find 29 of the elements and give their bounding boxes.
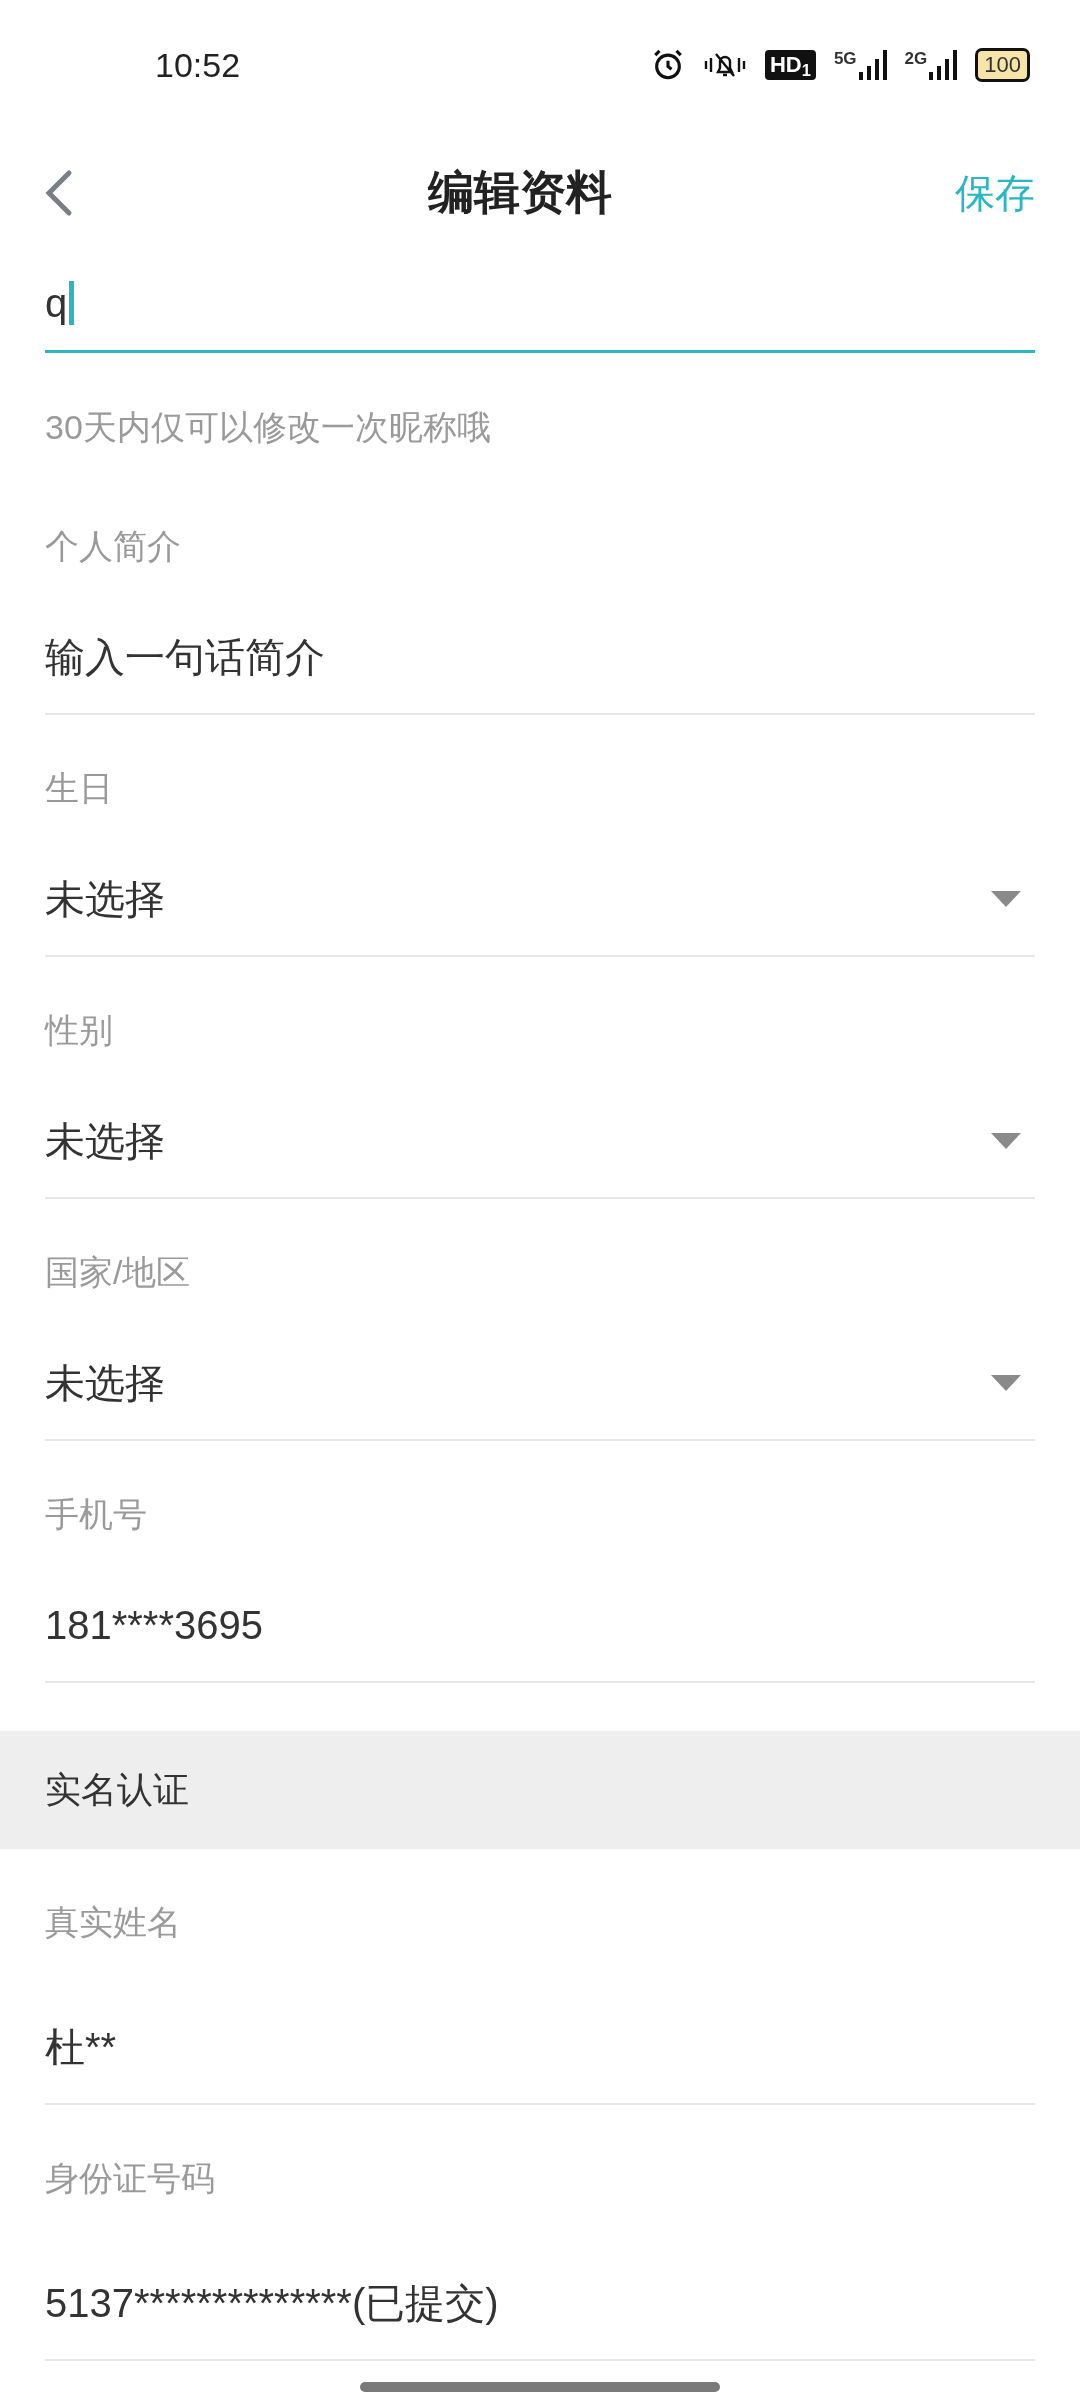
status-time: 10:52: [155, 44, 241, 86]
hd-badge: HD$_{1}$: [764, 50, 816, 80]
text-field[interactable]: 181****3695: [45, 1601, 1035, 1649]
nickname-field[interactable]: q: [45, 255, 1035, 353]
text-field[interactable]: 输入一句话简介: [45, 633, 1035, 681]
field-label: 性别: [45, 1010, 114, 1051]
dropdown-caret-icon[interactable]: [991, 1375, 1021, 1391]
field-label: 手机号: [45, 1494, 148, 1535]
field-label: 生日: [45, 768, 114, 809]
signal-icon: [929, 50, 958, 80]
network-label: 2G: [904, 50, 928, 67]
field-label: 国家/地区: [45, 1252, 192, 1293]
dropdown-caret-icon[interactable]: [991, 1133, 1021, 1149]
battery-indicator: 100: [975, 48, 1030, 82]
section-title: 实名认证: [45, 1768, 189, 1812]
select-value[interactable]: 未选择: [45, 1117, 165, 1165]
network-label: 5G: [833, 50, 857, 67]
text-field[interactable]: 5137**************(已提交): [45, 2279, 1035, 2327]
signal-icon: [858, 50, 887, 80]
nickname-hint: 30天内仅可以修改一次昵称哦: [45, 407, 492, 448]
select-value[interactable]: 未选择: [45, 875, 165, 923]
page-title: 编辑资料: [428, 165, 612, 220]
text-field[interactable]: 杜**: [45, 2023, 1035, 2071]
text-cursor: [69, 280, 75, 325]
dropdown-caret-icon[interactable]: [991, 891, 1021, 907]
field-label: 真实姓名: [45, 1902, 182, 1943]
field-label: 身份证号码: [45, 2158, 216, 2199]
field-label: 个人简介: [45, 526, 182, 567]
select-value[interactable]: 未选择: [45, 1359, 165, 1407]
